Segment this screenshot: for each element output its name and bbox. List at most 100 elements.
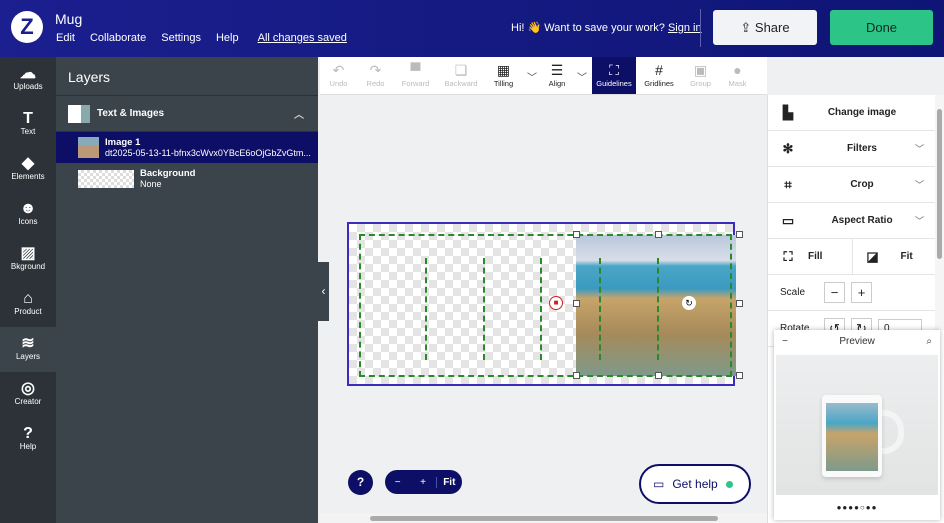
tool-label: Group (690, 79, 711, 88)
rail-label: Creator (14, 397, 42, 406)
resize-handle[interactable] (573, 300, 580, 307)
help-button[interactable]: ? (348, 470, 373, 495)
guidelines-button[interactable]: ⛶ Guidelines (592, 57, 636, 94)
rail-text[interactable]: T Text (0, 102, 56, 147)
rail-help[interactable]: ? Help (0, 417, 56, 462)
rail-background[interactable]: ▨ Bkground (0, 237, 56, 282)
rail-label: Bkground (10, 262, 46, 271)
background-thumbnail (78, 169, 134, 188)
minimize-icon[interactable]: − (782, 336, 788, 347)
tiling-button[interactable]: ▦ Tilling (485, 57, 522, 94)
redo-button[interactable]: ↷ Redo (357, 57, 394, 94)
vertical-scrollbar[interactable] (935, 95, 944, 330)
tool-label: Tilling (493, 79, 514, 88)
menu-edit[interactable]: Edit (56, 32, 75, 44)
fill-button[interactable]: ⛶ Fill (768, 239, 853, 274)
guideline (540, 258, 542, 360)
tool-label: Mask (728, 79, 747, 88)
preview-pagination[interactable]: ●●●●○●● (774, 503, 940, 512)
cloud-upload-icon: ☁ (20, 65, 36, 82)
zazzle-logo[interactable]: Z (11, 11, 43, 43)
fill-icon: ⛶ (783, 248, 793, 264)
layer-group[interactable]: Text & Images ︿ (56, 96, 318, 132)
aspect-ratio-button[interactable]: ▭ Aspect Ratio ﹀ (768, 203, 936, 239)
backward-button[interactable]: ❏ Backward (437, 57, 485, 94)
done-button[interactable]: Done (830, 10, 933, 45)
rail-icons[interactable]: ☻ Icons (0, 192, 56, 237)
resize-handle[interactable] (655, 231, 662, 238)
layers-panel: Layers Text & Images ︿ Image 1 dt2025-05-1… (56, 57, 318, 523)
resize-handle[interactable] (736, 300, 743, 307)
guideline (657, 258, 659, 360)
zoom-icon[interactable]: ⌕ (926, 336, 932, 347)
backward-icon: ❏ (454, 62, 468, 78)
rail-creator[interactable]: ◎ Creator (0, 372, 56, 417)
rail-elements[interactable]: ◆ Elements (0, 147, 56, 192)
delete-icon[interactable]: ■ (549, 296, 563, 310)
align-icon: ☰ (550, 62, 564, 78)
resize-handle[interactable] (573, 231, 580, 238)
tool-label: Redo (366, 79, 385, 88)
scrollbar-thumb[interactable] (370, 516, 718, 521)
rail-uploads[interactable]: ☁ Uploads (0, 57, 56, 102)
redo-icon: ↷ (369, 62, 382, 78)
chevron-down-icon[interactable]: ﹀ (522, 57, 542, 94)
change-image-button[interactable]: ▙ Change image (768, 95, 936, 131)
tool-label: Backward (444, 79, 478, 88)
chevron-down-icon: ﹀ (914, 216, 924, 226)
rail-product[interactable]: ⌂ Product (0, 282, 56, 327)
resize-handle[interactable] (736, 372, 743, 379)
guideline (599, 258, 601, 360)
undo-button[interactable]: ↶ Undo (320, 57, 357, 94)
align-button[interactable]: ☰ Align (542, 57, 572, 94)
zoom-out-button[interactable]: − (385, 477, 410, 488)
tool-label: Align (548, 79, 566, 88)
horizontal-scrollbar[interactable] (320, 513, 767, 523)
scale-label: Scale (780, 287, 806, 298)
product-icon: ⌂ (23, 290, 33, 307)
menu-settings[interactable]: Settings (161, 32, 201, 44)
rail-label: Product (14, 307, 42, 316)
gridlines-button[interactable]: # Gridlines (636, 57, 682, 94)
share-button[interactable]: ⇪ Share (713, 10, 817, 45)
tool-label: Guidelines (596, 79, 632, 88)
design-canvas[interactable]: ■ ↻ (347, 222, 743, 386)
get-help-button[interactable]: ▭ Get help (639, 464, 751, 504)
zoom-in-button[interactable]: + (410, 477, 435, 488)
save-status-link[interactable]: All changes saved (258, 32, 347, 44)
menu-help[interactable]: Help (216, 32, 239, 44)
scrollbar-thumb[interactable] (937, 109, 942, 259)
preview-window: − Preview ⌕ ●●●●○●● (774, 330, 940, 520)
menu-collaborate[interactable]: Collaborate (90, 32, 146, 44)
group-button[interactable]: ▣ Group (682, 57, 719, 94)
scale-up-button[interactable]: + (851, 282, 872, 303)
fit-button[interactable]: ◪ Fit (853, 239, 937, 274)
forward-button[interactable]: ▀ Forward (394, 57, 437, 94)
zoom-fit-button[interactable]: Fit (435, 476, 462, 488)
resize-handle[interactable] (573, 372, 580, 379)
mask-button[interactable]: ● Mask (719, 57, 756, 94)
tool-label: Gridlines (644, 79, 674, 88)
chevron-up-icon[interactable]: ︿ (294, 106, 304, 121)
crop-button[interactable]: ⌗ Crop ﹀ (768, 167, 936, 203)
chevron-down-icon[interactable]: ﹀ (572, 57, 592, 94)
rail-layers[interactable]: ≋ Layers (0, 327, 56, 372)
scale-down-button[interactable]: − (824, 282, 845, 303)
resize-handle[interactable] (736, 231, 743, 238)
collapse-panel-button[interactable]: ‹ (318, 262, 329, 321)
fill-fit-row: ⛶ Fill ◪ Fit (768, 239, 936, 275)
chevron-down-icon: ﹀ (914, 144, 924, 154)
layers-title: Layers (56, 57, 318, 96)
layer-item[interactable]: Background None (56, 163, 318, 194)
rotate-icon[interactable]: ↻ (682, 296, 696, 310)
tiling-icon: ▦ (496, 62, 511, 78)
image-icon: ▙ (783, 104, 793, 120)
guideline (425, 258, 427, 360)
layer-item[interactable]: Image 1 dt2025-05-13-11-bfnx3cWvx0YBcE6oO… (56, 132, 318, 163)
resize-handle[interactable] (655, 372, 662, 379)
mask-icon: ● (733, 62, 742, 78)
elements-icon: ◆ (21, 155, 35, 172)
design-title: Mug (55, 11, 83, 27)
sign-in-link[interactable]: Sign in (668, 22, 702, 34)
filters-button[interactable]: ✻ Filters ﹀ (768, 131, 936, 167)
